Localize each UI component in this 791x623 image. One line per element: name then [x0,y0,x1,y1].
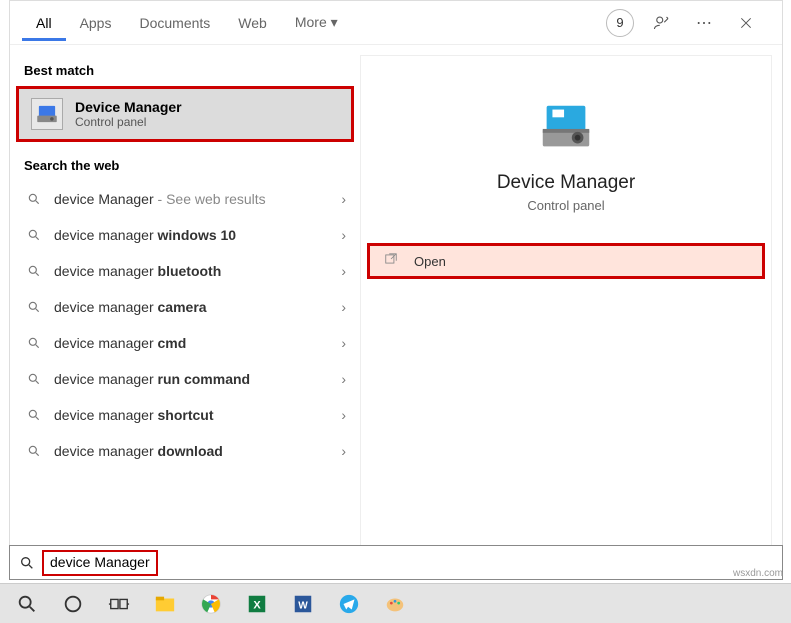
rewards-badge[interactable]: 9 [606,9,634,37]
search-web-header: Search the web [10,150,360,181]
best-match-subtitle: Control panel [75,115,182,129]
tab-apps[interactable]: Apps [66,5,126,41]
web-suggestion[interactable]: device manager camera › [10,289,360,325]
search-icon [24,264,44,278]
taskbar-paint-icon[interactable] [372,585,418,623]
chevron-right-icon: › [341,191,346,207]
search-icon [24,372,44,386]
chevron-right-icon: › [341,443,346,459]
device-manager-icon [31,98,63,130]
web-suggestion[interactable]: device manager download › [10,433,360,469]
web-suggestion[interactable]: device Manager - See web results › [10,181,360,217]
web-suggestion[interactable]: device manager cmd › [10,325,360,361]
web-suggestion[interactable]: device manager shortcut › [10,397,360,433]
search-icon [24,192,44,206]
watermark: wsxdn.com [733,568,783,579]
chevron-right-icon: › [341,299,346,315]
best-match-result[interactable]: Device Manager Control panel [16,86,354,142]
best-match-title: Device Manager [75,99,182,115]
svg-text:W: W [298,600,308,611]
search-icon [24,300,44,314]
taskbar-word-icon[interactable]: W [280,585,326,623]
taskbar-search-icon[interactable] [4,585,50,623]
device-manager-large-icon [535,96,597,158]
preview-title: Device Manager [361,172,771,194]
tab-all[interactable]: All [22,5,66,41]
preview-subtitle: Control panel [361,198,771,213]
chevron-right-icon: › [341,371,346,387]
taskbar-explorer-icon[interactable] [142,585,188,623]
search-window: All Apps Documents Web More ▾ 9 ⋯ Best m… [9,0,783,580]
chevron-right-icon: › [341,227,346,243]
taskbar: X W [0,583,791,623]
search-query: device Manager [50,554,150,570]
search-icon [24,336,44,350]
taskbar-excel-icon[interactable]: X [234,585,280,623]
more-options-icon[interactable]: ⋯ [690,9,718,37]
results-panel: Best match Device Manager Control panel … [10,45,360,579]
close-icon[interactable] [732,9,760,37]
search-input-box[interactable]: device Manager [9,545,783,580]
taskbar-chrome-icon[interactable] [188,585,234,623]
open-label: Open [414,254,446,269]
chevron-right-icon: › [341,263,346,279]
tab-web[interactable]: Web [224,5,281,41]
taskbar-telegram-icon[interactable] [326,585,372,623]
chevron-down-icon: ▾ [331,14,338,30]
search-icon [24,228,44,242]
chevron-right-icon: › [341,335,346,351]
feedback-icon[interactable] [648,9,676,37]
tab-bar: All Apps Documents Web More ▾ 9 ⋯ [10,1,782,45]
search-icon [10,555,44,571]
web-suggestion[interactable]: device manager windows 10 › [10,217,360,253]
tab-documents[interactable]: Documents [125,5,224,41]
preview-panel: Device Manager Control panel Open [360,55,772,569]
chevron-right-icon: › [341,407,346,423]
best-match-header: Best match [10,55,360,86]
open-action[interactable]: Open [367,243,765,279]
tab-more[interactable]: More ▾ [281,4,352,41]
svg-text:X: X [253,599,261,611]
taskbar-taskview-icon[interactable] [96,585,142,623]
search-icon [24,408,44,422]
open-icon [384,252,404,271]
web-suggestion[interactable]: device manager bluetooth › [10,253,360,289]
web-suggestion[interactable]: device manager run command › [10,361,360,397]
search-icon [24,444,44,458]
taskbar-cortana-icon[interactable] [50,585,96,623]
